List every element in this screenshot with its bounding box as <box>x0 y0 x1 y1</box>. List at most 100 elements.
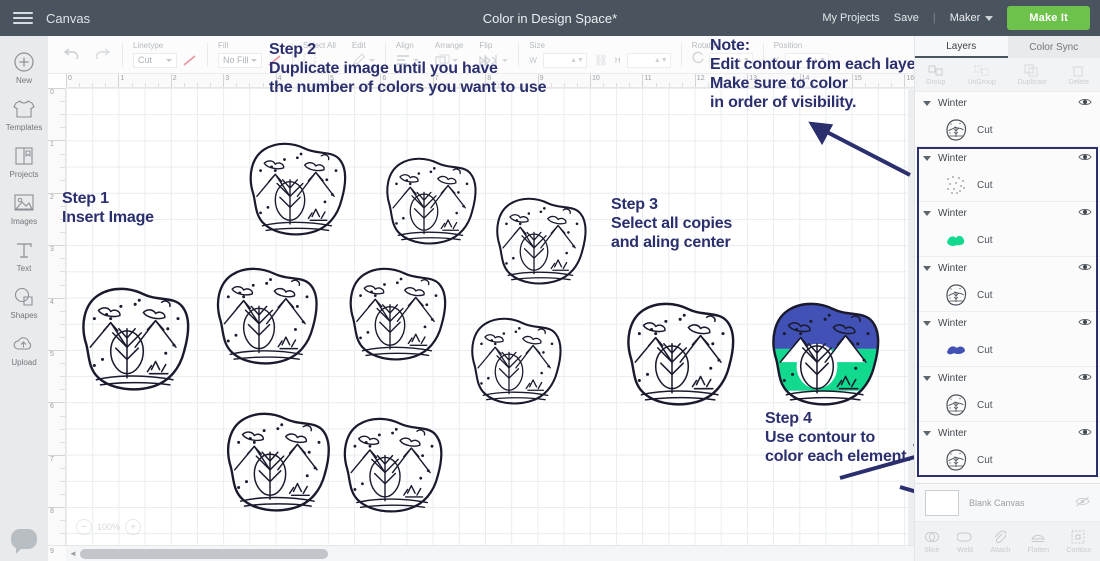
sidebar-label-images: Images <box>10 217 38 226</box>
design-colored[interactable] <box>766 293 888 416</box>
layer-thumbnail <box>943 227 969 253</box>
ruler-number: 10 <box>592 75 600 82</box>
vertical-ruler: 0123456789 <box>48 88 66 545</box>
design-outline[interactable] <box>496 197 587 285</box>
my-projects-link[interactable]: My Projects <box>822 12 879 24</box>
layer-sublayer[interactable]: Cut <box>915 389 1100 421</box>
layer-row[interactable]: Winter Cut <box>915 367 1100 422</box>
delete-button[interactable]: Delete <box>1069 64 1089 86</box>
design-outline[interactable] <box>82 287 190 391</box>
size-w-input[interactable]: ▲▼ <box>542 52 587 68</box>
zoom-out-button[interactable]: − <box>76 519 92 535</box>
eye-icon[interactable] <box>1078 94 1092 112</box>
ruler-number: 6 <box>50 403 54 411</box>
sidebar-item-images[interactable]: Images <box>0 185 48 230</box>
eye-icon[interactable] <box>1078 314 1092 332</box>
layers-list[interactable]: Winter Cut Winter Cut Winter Cut Winter Cut Wint… <box>915 92 1100 483</box>
chevron-down-icon[interactable] <box>923 265 931 271</box>
chevron-down-icon[interactable] <box>923 320 931 326</box>
eye-icon[interactable] <box>1078 204 1092 222</box>
fill-select[interactable]: No Fill <box>218 52 262 68</box>
design-outline[interactable] <box>349 267 447 361</box>
eye-hidden-icon[interactable] <box>1075 494 1090 512</box>
eye-icon[interactable] <box>1078 369 1092 387</box>
chevron-down-icon[interactable] <box>923 100 931 106</box>
design-outline[interactable] <box>627 302 735 406</box>
chevron-down-icon[interactable] <box>923 210 931 216</box>
tab-color-sync[interactable]: Color Sync <box>1008 36 1100 58</box>
blank-canvas-swatch[interactable] <box>925 489 959 516</box>
sidebar-item-projects[interactable]: Projects <box>0 138 48 183</box>
sidebar-item-text[interactable]: Text <box>0 232 48 277</box>
machine-label: Maker <box>949 12 981 24</box>
chevron-down-icon[interactable] <box>923 375 931 381</box>
linetype-label: Linetype <box>133 41 164 50</box>
blank-canvas-row[interactable]: Blank Canvas <box>915 483 1100 521</box>
design-outline[interactable] <box>471 317 562 405</box>
artwork-layer[interactable] <box>66 88 906 545</box>
eye-icon[interactable] <box>1078 259 1092 277</box>
rotate-icon[interactable] <box>692 51 705 69</box>
ungroup-button[interactable]: UnGroup <box>967 64 996 86</box>
linetype-color-swatch[interactable] <box>181 53 197 67</box>
undo-icon[interactable] <box>63 45 82 64</box>
annotation-step3: Step 3 Select all copies and aling cente… <box>611 196 733 251</box>
layer-sublayer[interactable]: Cut <box>915 169 1100 201</box>
tab-layers[interactable]: Layers <box>915 36 1008 58</box>
lock-ratio-icon[interactable]: ⛓ <box>594 54 608 67</box>
layer-sublayer[interactable]: Cut <box>915 444 1100 476</box>
design-outline[interactable] <box>249 142 347 236</box>
machine-selector[interactable]: Maker <box>950 12 994 24</box>
layer-row[interactable]: Winter Cut <box>915 422 1100 477</box>
design-outline[interactable] <box>386 157 477 245</box>
design-outline[interactable] <box>343 417 443 513</box>
layer-row[interactable]: Winter Cut <box>915 92 1100 147</box>
panel-scrollbar[interactable] <box>1094 92 1099 483</box>
flatten-button[interactable]: Flatten <box>1028 530 1049 554</box>
sidebar-item-new[interactable]: New <box>0 44 48 89</box>
design-outline[interactable] <box>216 267 318 365</box>
zoom-in-button[interactable]: + <box>125 519 142 535</box>
scrollbar-thumb[interactable] <box>80 549 328 559</box>
layer-sublayer[interactable]: Cut <box>915 224 1100 256</box>
design-outline[interactable] <box>227 412 330 512</box>
redo-icon[interactable] <box>92 45 111 64</box>
eye-icon[interactable] <box>1078 479 1092 483</box>
layer-row[interactable]: Winter Cut <box>915 147 1100 202</box>
eye-icon[interactable] <box>1078 149 1092 167</box>
sidebar-item-shapes[interactable]: Shapes <box>0 279 48 324</box>
canvas-area[interactable]: 012345678910111213141516 0123456789 − 10… <box>48 74 914 561</box>
slice-button[interactable]: Slice <box>924 530 940 554</box>
sidebar-item-templates[interactable]: Templates <box>0 91 48 136</box>
chevron-down-icon[interactable] <box>923 155 931 161</box>
ruler-number: 2 <box>50 193 54 201</box>
layer-row[interactable]: Winter Cut <box>915 202 1100 257</box>
scroll-left-arrow[interactable]: ◄ <box>69 549 77 558</box>
ungroup-label: UnGroup <box>967 78 996 86</box>
weld-button[interactable]: Weld <box>956 530 973 554</box>
layer-row[interactable]: Winter Cut <box>915 312 1100 367</box>
contour-button[interactable]: Contour <box>1066 530 1091 554</box>
layer-sublayer[interactable]: Cut <box>915 334 1100 366</box>
layer-sublayer[interactable]: Cut <box>915 114 1100 146</box>
shapes-icon <box>11 284 37 310</box>
chevron-down-icon[interactable] <box>923 430 931 436</box>
size-h-input[interactable]: ▲▼ <box>626 52 671 68</box>
layer-sublayer[interactable]: Cut <box>915 279 1100 311</box>
sidebar-item-upload[interactable]: Upload <box>0 326 48 371</box>
group-button[interactable]: Group <box>926 64 945 86</box>
attach-button[interactable]: Attach <box>990 529 1010 554</box>
hamburger-icon[interactable] <box>0 12 46 24</box>
layer-row[interactable]: Winter Cut <box>915 257 1100 312</box>
annotation-step1: Step 1 Insert Image <box>62 190 154 226</box>
chevron-down-icon <box>166 58 172 62</box>
linetype-select[interactable]: Cut <box>133 52 177 68</box>
layer-row[interactable]: Winter <box>915 477 1100 483</box>
duplicate-button[interactable]: Duplicate <box>1018 64 1047 86</box>
eye-icon[interactable] <box>1078 424 1092 442</box>
save-button[interactable]: Save <box>894 12 919 24</box>
toolbar-divider <box>122 42 123 67</box>
chat-bubble-icon[interactable] <box>11 529 37 554</box>
make-it-button[interactable]: Make It <box>1007 6 1090 30</box>
horizontal-scrollbar[interactable]: ◄ <box>66 545 914 561</box>
